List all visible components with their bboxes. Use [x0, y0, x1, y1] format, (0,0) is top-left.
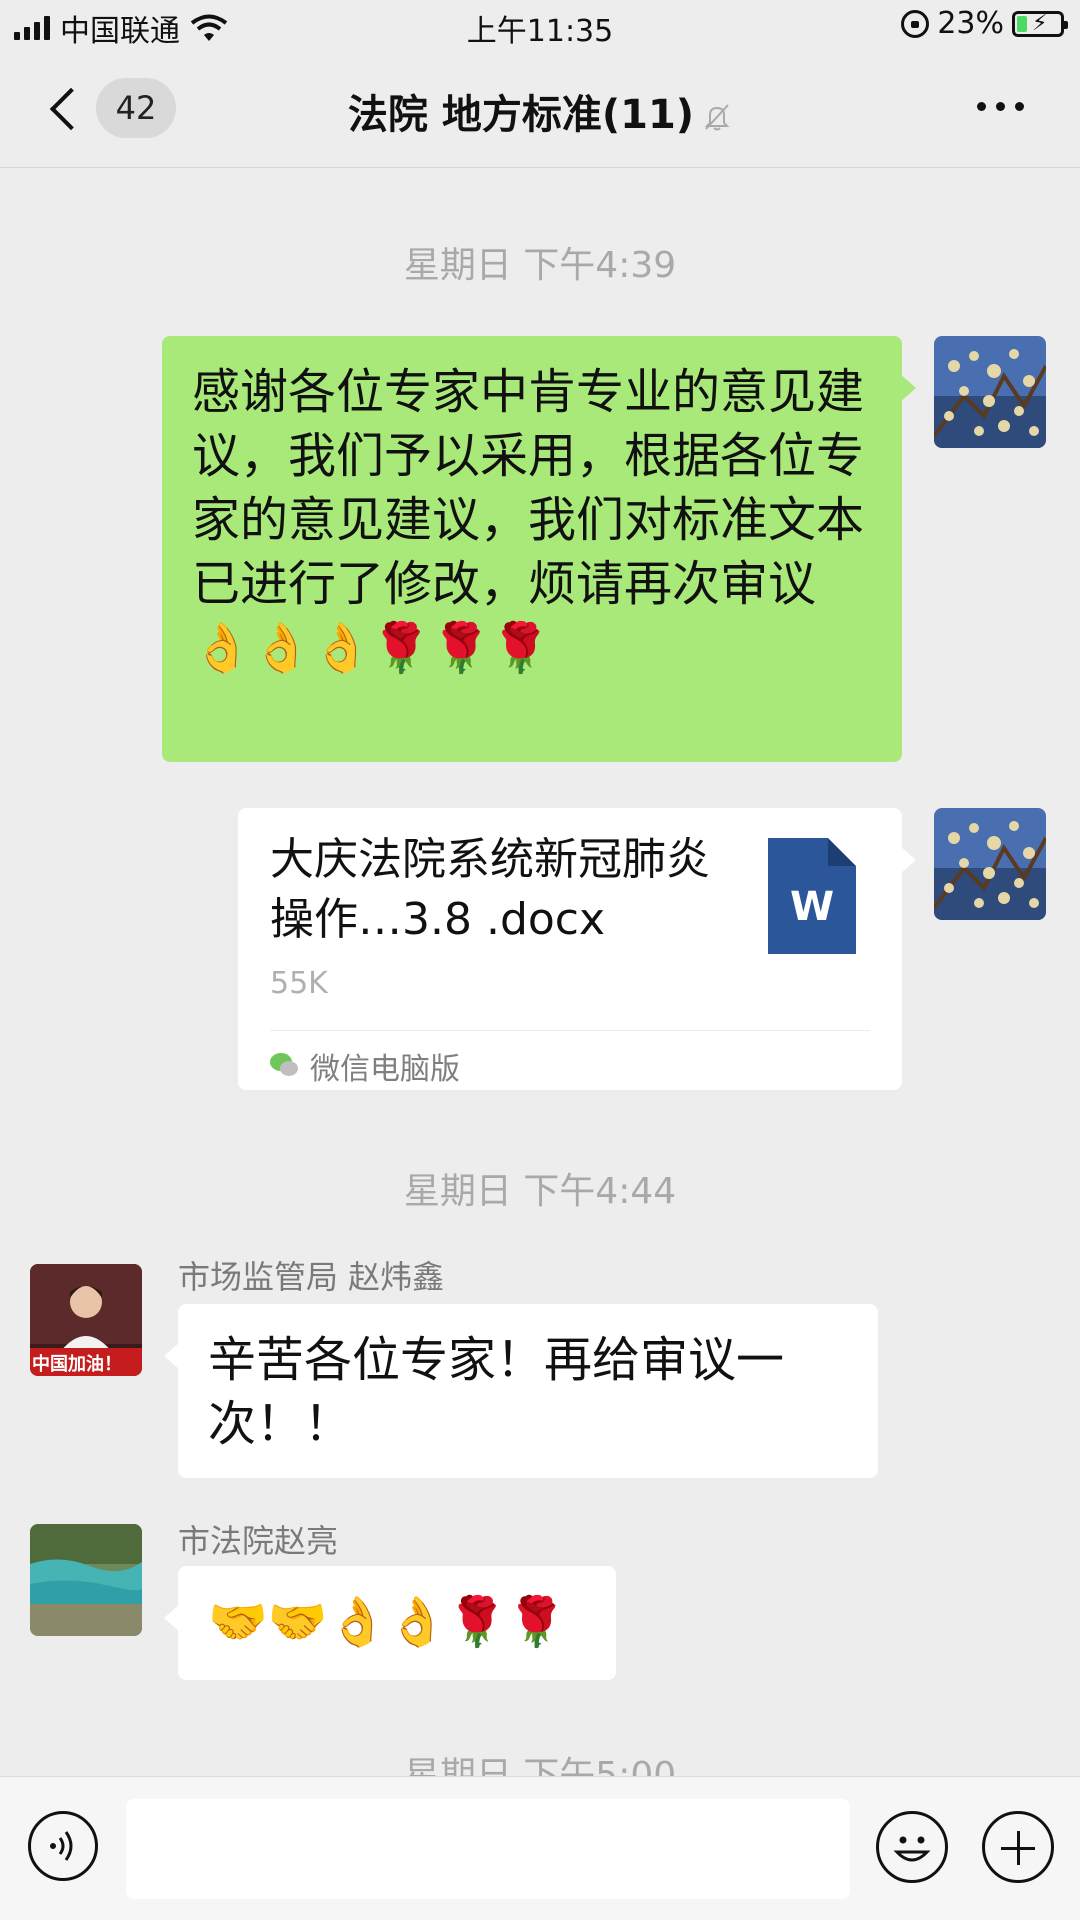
status-bar: 中国联通 上午11:35 23% ⚡ — [0, 0, 1080, 52]
message-timestamp: 星期日 下午4:44 — [403, 1171, 677, 1212]
battery-icon: ⚡ — [1012, 10, 1068, 37]
file-size: 55K — [270, 966, 328, 1001]
avatar[interactable]: 中国加油！ — [30, 1264, 142, 1376]
message-timestamp: 星期日 下午4:39 — [403, 245, 677, 286]
file-message[interactable]: 大庆法院系统新冠肺炎 操作…3.8 .docx 55K W 微信电脑版 — [238, 808, 916, 1090]
avatar[interactable] — [934, 336, 1046, 448]
avatar-caption: 中国加油！ — [32, 1354, 122, 1375]
battery-percent: 23% — [937, 6, 1004, 41]
status-right: 23% ⚡ — [901, 6, 1068, 41]
input-bar — [0, 1776, 1080, 1920]
message-bubble-received[interactable]: 🤝🤝👌👌🌹🌹 — [164, 1566, 616, 1680]
message-bubble-sent[interactable]: 感谢各位专家中肯专业的意见建议，我们予以采用，根据各位专家的意见建议，我们对标准… — [162, 336, 916, 762]
more-dots-icon[interactable] — [977, 102, 1024, 111]
sender-name: 市场监管局 赵炜鑫 — [178, 1258, 445, 1296]
plus-icon[interactable] — [982, 1811, 1054, 1883]
word-document-icon: W — [768, 838, 856, 954]
wechat-icon — [270, 1053, 300, 1079]
orientation-lock-icon — [901, 9, 930, 38]
message-input[interactable] — [126, 1799, 850, 1899]
chat-title[interactable]: 法院 地方标准(11) — [0, 82, 1080, 140]
avatar[interactable] — [30, 1524, 142, 1636]
file-name: 大庆法院系统新冠肺炎 操作…3.8 .docx — [270, 834, 710, 945]
sender-name: 市法院赵亮 — [178, 1522, 339, 1560]
message-bubble-received[interactable]: 辛苦各位专家！再给审议一次！！ — [164, 1304, 878, 1478]
chat-header: 42 法院 地方标准(11) — [0, 52, 1080, 168]
voice-icon[interactable] — [28, 1811, 98, 1881]
smile-icon[interactable] — [876, 1811, 948, 1883]
file-source-label: 微信电脑版 — [310, 1052, 460, 1087]
message-text: 辛苦各位专家！再给审议一次！！ — [208, 1332, 785, 1452]
file-source: 微信电脑版 — [270, 1044, 460, 1088]
chat-title-text: 法院 地方标准(11) — [347, 92, 695, 138]
divider — [270, 1030, 870, 1031]
message-text: 🤝🤝👌👌🌹🌹 — [208, 1594, 567, 1650]
bell-off-icon — [704, 104, 730, 131]
message-text: 感谢各位专家中肯专业的意见建议，我们予以采用，根据各位专家的意见建议，我们对标准… — [192, 364, 865, 676]
avatar[interactable] — [934, 808, 1046, 920]
